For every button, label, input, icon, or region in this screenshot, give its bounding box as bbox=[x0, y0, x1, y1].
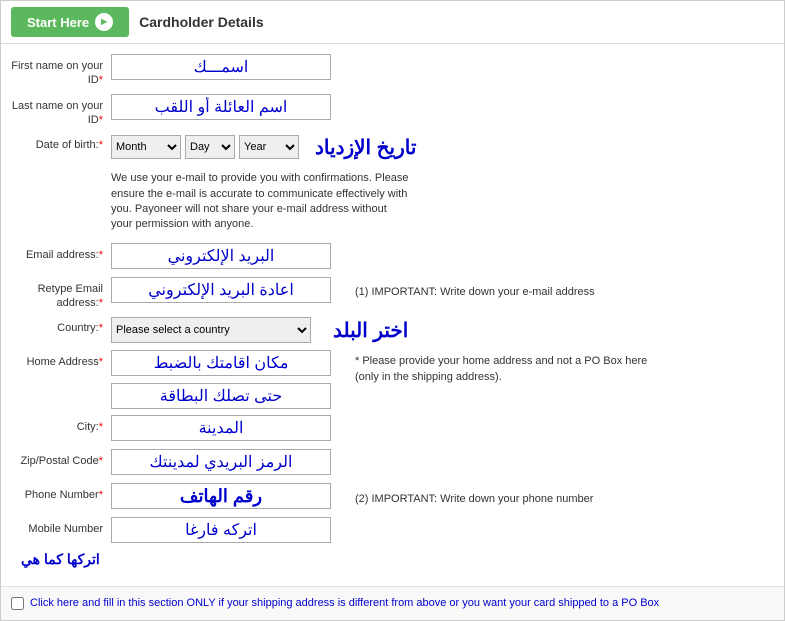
shipping-address-checkbox-label: Click here and fill in this section ONLY… bbox=[30, 595, 659, 612]
zip-row: Zip/Postal Code* bbox=[11, 449, 774, 477]
first-name-label: First name on your ID* bbox=[11, 54, 111, 88]
home-address-row: Home Address* * Please provide your home… bbox=[11, 350, 774, 409]
address-inputs bbox=[111, 350, 331, 409]
zip-input-col bbox=[111, 449, 774, 475]
phone-row: Phone Number* (2) IMPORTANT: Write down … bbox=[11, 483, 774, 511]
city-label: City:* bbox=[11, 415, 111, 434]
email-row: Email address:* bbox=[11, 243, 774, 271]
page-header: Start Here ► Cardholder Details bbox=[1, 1, 784, 44]
start-here-label: Start Here bbox=[27, 15, 89, 30]
phone-note: (2) IMPORTANT: Write down your phone num… bbox=[355, 488, 593, 505]
phone-label: Phone Number* bbox=[11, 483, 111, 502]
phone-input[interactable] bbox=[111, 483, 331, 509]
first-name-input-col bbox=[111, 54, 774, 80]
last-name-input-col bbox=[111, 94, 774, 120]
leave-blank-text: اتركها كما هي bbox=[21, 551, 100, 568]
dob-selects: Month Day Year تاريخ الإزدياد bbox=[111, 133, 416, 160]
shipping-address-checkbox-row: Click here and fill in this section ONLY… bbox=[1, 586, 784, 620]
home-address-line2-input[interactable] bbox=[111, 383, 331, 409]
country-label: Country:* bbox=[11, 316, 111, 335]
dob-input-col: Month Day Year تاريخ الإزدياد bbox=[111, 133, 774, 160]
retype-email-note: (1) IMPORTANT: Write down your e-mail ad… bbox=[355, 281, 595, 298]
last-name-label: Last name on your ID* bbox=[11, 94, 111, 128]
country-input-col: Please select a country اختر البلد bbox=[111, 316, 774, 343]
mobile-input[interactable] bbox=[111, 517, 331, 543]
dob-row: Date of birth:* Month Day Year تاريخ الإ… bbox=[11, 133, 774, 161]
city-input[interactable] bbox=[111, 415, 331, 441]
last-name-input[interactable] bbox=[111, 94, 331, 120]
retype-email-input[interactable] bbox=[111, 277, 331, 303]
dob-arabic-label: تاريخ الإزدياد bbox=[315, 133, 416, 160]
email-input-col bbox=[111, 243, 774, 269]
arrow-icon: ► bbox=[95, 13, 113, 31]
home-address-input-col: * Please provide your home address and n… bbox=[111, 350, 774, 409]
last-name-row: Last name on your ID* bbox=[11, 94, 774, 128]
mobile-label: Mobile Number bbox=[11, 517, 111, 536]
zip-label: Zip/Postal Code* bbox=[11, 449, 111, 468]
mobile-row: Mobile Number bbox=[11, 517, 774, 545]
city-row: City:* bbox=[11, 415, 774, 443]
home-address-label: Home Address* bbox=[11, 350, 111, 369]
first-name-row: First name on your ID* bbox=[11, 54, 774, 88]
home-address-line1-input[interactable] bbox=[111, 350, 331, 376]
form-area: First name on your ID* Last name on your… bbox=[1, 44, 784, 586]
zip-input[interactable] bbox=[111, 449, 331, 475]
email-info-row: We use your e-mail to provide you with c… bbox=[11, 167, 774, 237]
page-title: Cardholder Details bbox=[139, 14, 263, 30]
home-address-note: * Please provide your home address and n… bbox=[355, 350, 655, 385]
email-input[interactable] bbox=[111, 243, 331, 269]
retype-email-input-col: (1) IMPORTANT: Write down your e-mail ad… bbox=[111, 277, 774, 303]
leave-blank-row: اتركها كما هي bbox=[21, 551, 764, 568]
dob-year-select[interactable]: Year bbox=[239, 135, 299, 159]
phone-input-col: (2) IMPORTANT: Write down your phone num… bbox=[111, 483, 774, 509]
mobile-input-col bbox=[111, 517, 774, 543]
country-select[interactable]: Please select a country bbox=[111, 317, 311, 343]
retype-email-label: Retype Email address:* bbox=[11, 277, 111, 311]
dob-day-select[interactable]: Day bbox=[185, 135, 235, 159]
retype-email-row: Retype Email address:* (1) IMPORTANT: Wr… bbox=[11, 277, 774, 311]
shipping-address-checkbox[interactable] bbox=[11, 597, 24, 610]
email-label: Email address:* bbox=[11, 243, 111, 262]
dob-label: Date of birth:* bbox=[11, 133, 111, 152]
start-here-button[interactable]: Start Here ► bbox=[11, 7, 129, 37]
first-name-input[interactable] bbox=[111, 54, 331, 80]
dob-month-select[interactable]: Month bbox=[111, 135, 181, 159]
email-info-text: We use your e-mail to provide you with c… bbox=[111, 167, 411, 237]
city-input-col bbox=[111, 415, 774, 441]
country-arabic-label: اختر البلد bbox=[333, 316, 408, 343]
country-row: Country:* Please select a country اختر ا… bbox=[11, 316, 774, 344]
